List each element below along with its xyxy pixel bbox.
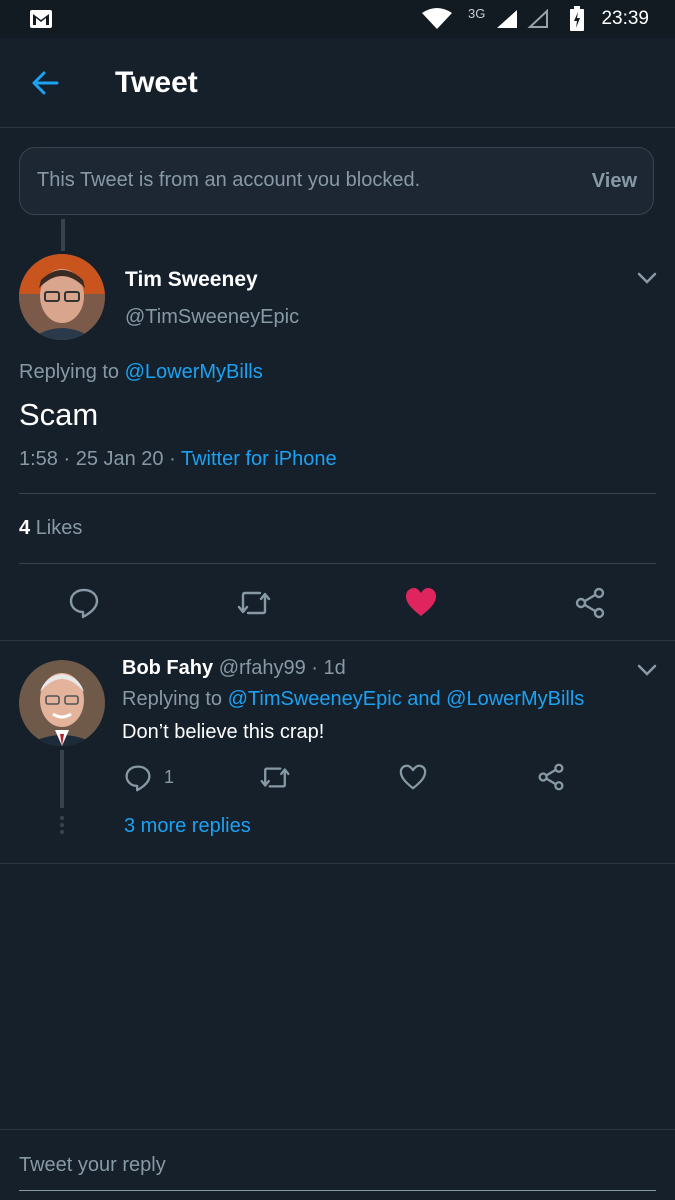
replying-to-link[interactable]: @TimSweeneyEpic and @LowerMyBills xyxy=(228,688,585,710)
author-name[interactable]: Tim Sweeney xyxy=(125,268,258,292)
reply-handle-time[interactable]: @rfahy99 · 1d xyxy=(219,657,346,679)
status-bar: 3G 23:39 xyxy=(0,0,675,38)
reply-count: 1 xyxy=(164,767,175,787)
network-type: 3G xyxy=(468,6,486,21)
retweet-icon[interactable] xyxy=(236,589,272,617)
tweet-meta: 1:58 · 25 Jan 20 · Twitter for iPhone xyxy=(19,448,337,471)
more-replies-link[interactable]: 3 more replies xyxy=(124,815,251,838)
gmail-icon xyxy=(29,9,53,29)
divider xyxy=(19,493,656,494)
like-heart-icon[interactable] xyxy=(405,587,437,617)
chevron-down-icon[interactable] xyxy=(636,662,658,678)
share-icon[interactable] xyxy=(537,763,565,791)
likes-number: 4 xyxy=(19,517,31,539)
top-app-bar: Tweet xyxy=(0,38,675,128)
replying-to: Replying to @LowerMyBills xyxy=(19,361,263,384)
clock: 23:39 xyxy=(601,8,649,29)
blocked-tweet-text: This Tweet is from an account you blocke… xyxy=(37,169,421,191)
replying-prefix: Replying to xyxy=(122,688,223,710)
reply-text: Don’t believe this crap! xyxy=(122,721,325,743)
avatar[interactable] xyxy=(19,254,105,340)
view-button[interactable]: View xyxy=(592,170,637,193)
thread-line xyxy=(61,219,65,251)
signal-empty-icon xyxy=(527,9,549,29)
page-title: Tweet xyxy=(115,66,198,99)
thread-line xyxy=(60,750,64,808)
reply-compose-placeholder: Tweet your reply xyxy=(19,1154,166,1176)
reply-header: Bob Fahy @rfahy99 · 1d xyxy=(122,657,346,680)
reply-replying-to: Replying to @TimSweeneyEpic and @LowerMy… xyxy=(122,688,584,711)
divider xyxy=(0,640,675,641)
avatar[interactable] xyxy=(19,660,105,746)
tweet-timestamp: 1:58 · 25 Jan 20 · xyxy=(19,448,176,470)
like-heart-icon[interactable] xyxy=(399,764,427,790)
replying-to-link[interactable]: @LowerMyBills xyxy=(125,361,263,383)
back-arrow-icon[interactable] xyxy=(30,68,60,98)
divider xyxy=(0,863,675,864)
likes-label: Likes xyxy=(35,517,83,539)
reply-icon[interactable] xyxy=(68,587,100,619)
signal-icon xyxy=(496,9,518,29)
reply-icon[interactable] xyxy=(124,764,152,792)
likes-count[interactable]: 4 Likes xyxy=(19,517,82,540)
divider xyxy=(19,563,656,564)
tweet-source-link[interactable]: Twitter for iPhone xyxy=(181,448,337,470)
battery-icon xyxy=(569,6,585,32)
share-icon[interactable] xyxy=(574,587,606,619)
blocked-tweet-banner: This Tweet is from an account you blocke… xyxy=(19,147,654,215)
tweet-text: Scam xyxy=(19,397,99,432)
compose-underline xyxy=(19,1190,656,1191)
reply-compose-input[interactable]: Tweet your reply xyxy=(0,1130,675,1190)
replying-prefix: Replying to xyxy=(19,361,120,383)
retweet-icon[interactable] xyxy=(259,765,291,790)
wifi-icon xyxy=(421,8,453,30)
author-handle[interactable]: @TimSweeneyEpic xyxy=(125,306,299,329)
reply-author-name[interactable]: Bob Fahy xyxy=(122,657,213,679)
chevron-down-icon[interactable] xyxy=(636,270,658,286)
thread-dots xyxy=(60,816,64,834)
